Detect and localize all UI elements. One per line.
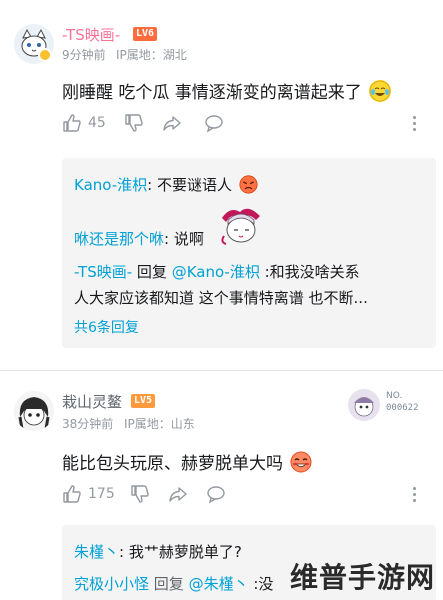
thumbs-down-icon: [131, 485, 149, 503]
reply-separator: :: [119, 543, 129, 561]
anime-avatar-icon: [14, 391, 54, 431]
like-button[interactable]: 45: [62, 112, 106, 134]
share-button[interactable]: [162, 112, 182, 134]
reply-text: :和我没啥关系: [259, 263, 360, 281]
comment-content: 能比包头玩原、赫萝脱单大吗: [62, 449, 312, 474]
reply-username[interactable]: 朱槿丶: [74, 543, 119, 561]
reply-mention[interactable]: @Kano-淮枳: [172, 263, 260, 281]
thumbs-up-icon: [63, 485, 81, 503]
more-options-icon[interactable]: [413, 116, 417, 132]
comment-time: 38分钟前: [62, 417, 114, 431]
ip-location: IP属地：山东: [124, 417, 195, 431]
reply-mid: 回复: [132, 263, 172, 281]
avatar[interactable]: [14, 391, 54, 431]
reply-username[interactable]: 究极小小怪: [74, 575, 149, 593]
reply-separator: :: [164, 230, 174, 248]
reply-username[interactable]: 咻还是那个咻: [74, 230, 164, 248]
action-bar: 175: [62, 483, 432, 507]
anime-girl-sticker-icon: [218, 206, 264, 246]
reply-item: 咻还是那个咻: 说啊: [74, 228, 204, 249]
share-icon: [169, 487, 187, 502]
comment-button[interactable]: [204, 112, 224, 134]
share-icon: [163, 116, 181, 131]
ip-location: IP属地：湖北: [116, 48, 187, 62]
like-button[interactable]: 175: [62, 483, 115, 505]
comment-time: 9分钟前: [62, 48, 106, 62]
dislike-button[interactable]: [124, 112, 144, 134]
thumbs-up-icon: [63, 114, 81, 132]
comment-content: 刚睡醒 吃个瓜 事情逐渐变的离谱起来了: [62, 78, 392, 103]
action-bar: 45: [62, 112, 432, 136]
comment-button[interactable]: [206, 483, 226, 505]
comment-item: -TS映画- LV6 9分钟前 IP属地：湖北 刚睡醒 吃个瓜 事情逐渐变的离谱…: [0, 0, 443, 370]
speech-bubble-icon: [207, 486, 225, 504]
badge-number: 000622: [386, 403, 419, 413]
reply-username[interactable]: -TS映画-: [74, 263, 132, 281]
reply-item: -TS映画- 回复 @Kano-淮枳 :和我没啥关系: [74, 261, 360, 282]
share-button[interactable]: [168, 483, 188, 505]
username[interactable]: 栽山灵鳌: [62, 391, 122, 412]
site-watermark: 维普手游网: [289, 561, 435, 594]
badge-label: NO.: [386, 391, 403, 401]
more-options-icon[interactable]: [413, 487, 417, 503]
dislike-button[interactable]: [130, 483, 150, 505]
reply-mid: 回复: [149, 575, 189, 593]
laughing-tears-emoji-icon: [369, 80, 392, 102]
level-badge: LV6: [133, 27, 158, 41]
view-more-replies-link[interactable]: 共6条回复: [74, 317, 139, 337]
reply-text: 我艹赫萝脱单了?: [128, 543, 242, 561]
reply-item: 究极小小怪 回复 @朱槿丶 :没: [74, 573, 273, 594]
fan-badge-card[interactable]: NO. 000622: [346, 385, 432, 423]
reply-text: 不要谜语人: [156, 176, 232, 194]
avatar-badge-icon: [38, 48, 52, 62]
thumbs-down-icon: [125, 114, 143, 132]
like-count: 175: [88, 486, 115, 502]
blushing-emoji-icon: [290, 451, 312, 473]
reply-item: 朱槿丶: 我艹赫萝脱单了?: [74, 541, 242, 562]
reply-separator: :: [147, 176, 157, 194]
reply-list: Kano-淮枳: 不要谜语人 咻还是那个咻: 说啊 -TS映画- 回复 @Kan…: [62, 158, 436, 348]
like-count: 45: [88, 115, 106, 131]
reply-item: Kano-淮枳: 不要谜语人: [74, 174, 258, 195]
reply-text-continued: 人大家应该都知道 这个事情特离谱 也不断...: [74, 289, 368, 307]
reply-username[interactable]: Kano-淮枳: [74, 176, 147, 194]
reply-text: 说啊: [173, 230, 204, 248]
level-badge: LV5: [131, 394, 156, 408]
speech-bubble-icon: [205, 115, 223, 133]
reply-mention[interactable]: @朱槿丶: [189, 575, 249, 593]
badge-character-icon: [348, 389, 380, 421]
username[interactable]: -TS映画-: [62, 24, 120, 45]
comment-text: 能比包头玩原、赫萝脱单大吗: [62, 454, 283, 474]
angry-emoji-icon: [239, 175, 258, 194]
reply-text: :没: [248, 575, 274, 593]
comment-text: 刚睡醒 吃个瓜 事情逐渐变的离谱起来了: [62, 83, 362, 103]
